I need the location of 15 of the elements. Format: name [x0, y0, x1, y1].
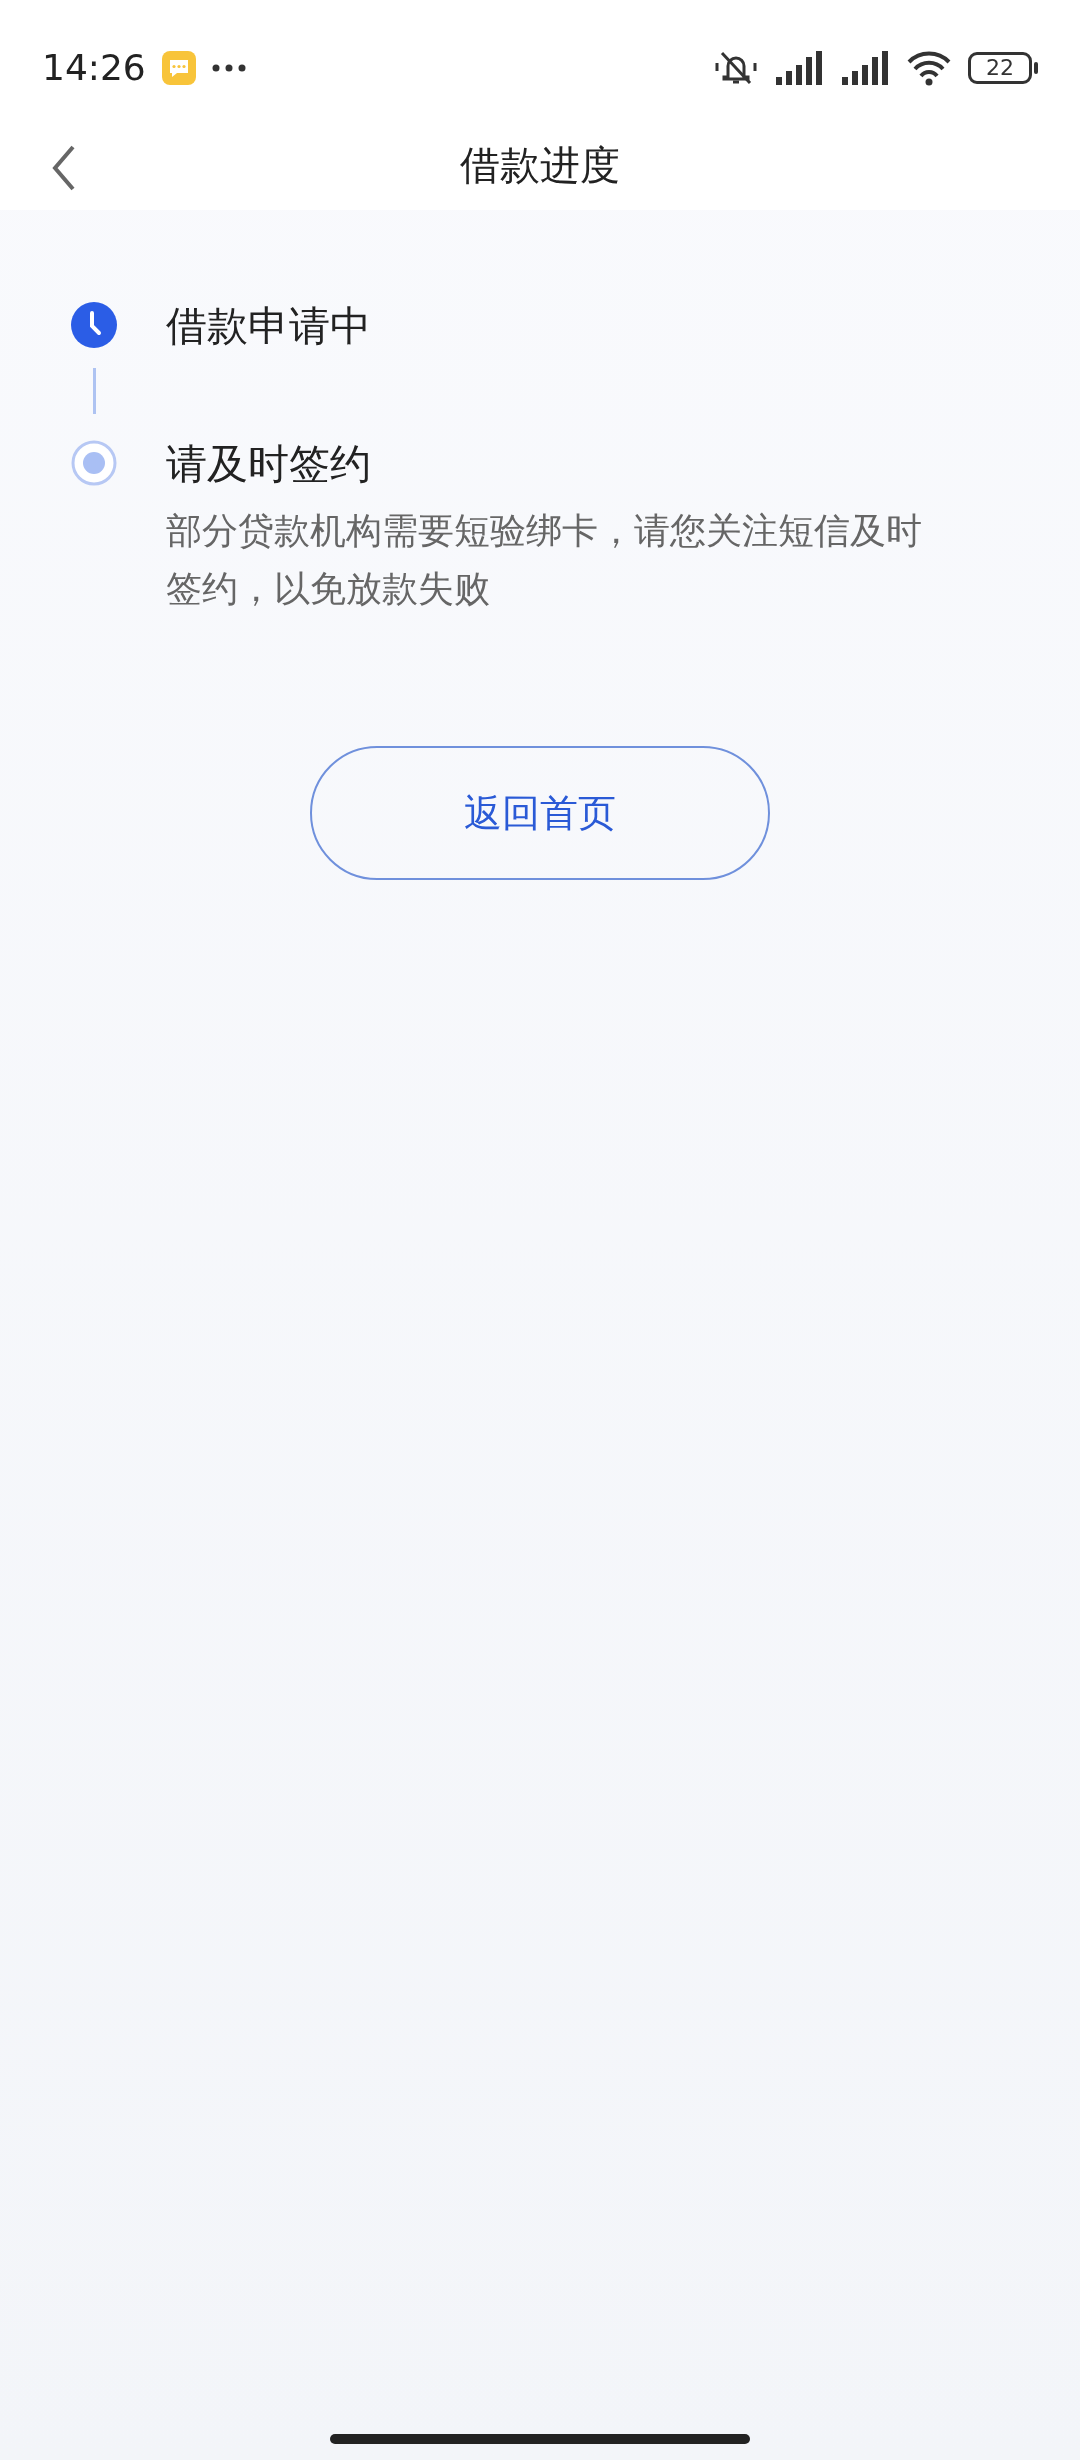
- return-home-button[interactable]: 返回首页: [310, 746, 770, 880]
- step-title: 借款申请中: [166, 302, 371, 350]
- page-title: 借款进度: [460, 141, 620, 190]
- battery-indicator: 22: [968, 51, 1038, 84]
- signal-icon: [774, 48, 824, 87]
- back-icon[interactable]: [52, 145, 76, 191]
- step-description: 部分贷款机构需要短验绑卡，请您关注短信及时签约，以免放款失败: [166, 509, 923, 611]
- clock-icon: [71, 302, 117, 348]
- step-dot-icon: [71, 440, 117, 486]
- signal-icon: [840, 48, 890, 87]
- step-title: 请及时签约: [166, 440, 372, 488]
- wifi-icon: [906, 49, 952, 86]
- more-icon: [211, 63, 246, 72]
- message-icon: [161, 50, 196, 85]
- status-time: 14:26: [42, 45, 146, 90]
